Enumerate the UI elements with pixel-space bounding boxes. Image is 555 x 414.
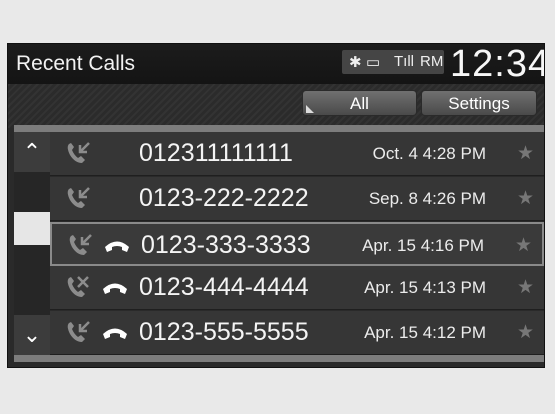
call-list: 012311111111 Oct. 4 4:28 PM ★ 0123-222-2222… — [50, 132, 544, 355]
call-list-item[interactable]: 0123-222-2222 Sep. 8 4:26 PM ★ — [50, 177, 544, 221]
status-indicators: ✱ ▭ Tıll RM — [342, 50, 444, 74]
phone-number: 0123-333-3333 — [141, 231, 311, 259]
phone-number: 0123-555-5555 — [139, 318, 309, 346]
header-bar: Recent Calls ✱ ▭ Tıll RM 12:34 — [8, 43, 545, 85]
missed-call-icon — [67, 276, 89, 297]
call-datetime: Apr. 15 4:13 PM — [364, 278, 486, 297]
call-list-item[interactable]: 0123-555-5555 Apr. 15 4:12 PM ★ — [50, 311, 544, 355]
handset-icon — [105, 241, 129, 252]
call-datetime: Sep. 8 4:26 PM — [368, 189, 486, 208]
call-datetime: Apr. 15 4:12 PM — [364, 323, 486, 342]
received-call-icon — [69, 234, 92, 255]
settings-button-label: Settings — [448, 94, 510, 113]
scroll-down-button[interactable]: ⌄ — [14, 315, 50, 355]
signal-icon: Tıll — [394, 53, 414, 70]
received-call-icon — [67, 142, 90, 163]
clock: 12:34 — [450, 43, 545, 85]
star-icon[interactable]: ★ — [517, 142, 534, 165]
scroll-thumb[interactable] — [14, 212, 50, 245]
call-list-item[interactable]: 012311111111 Oct. 4 4:28 PM ★ — [50, 132, 544, 176]
handset-icon — [103, 283, 127, 294]
phone-screen: Recent Calls ✱ ▭ Tıll RM 12:34 All Setti… — [7, 43, 545, 368]
toolbar: All Settings — [8, 84, 544, 128]
corner-indicator-icon — [306, 105, 314, 113]
phone-number: 0123-222-2222 — [139, 184, 309, 212]
roaming-label: RM — [420, 53, 444, 70]
call-datetime: Oct. 4 4:28 PM — [372, 144, 486, 163]
star-icon[interactable]: ★ — [517, 187, 534, 210]
all-button-label: All — [350, 94, 369, 113]
call-list-item[interactable]: 0123-444-4444 Apr. 15 4:13 PM ★ — [50, 266, 544, 310]
list-bottom-divider — [14, 355, 544, 362]
scroll-up-button[interactable]: ⌃ — [14, 132, 50, 172]
star-icon[interactable]: ★ — [515, 234, 532, 257]
settings-button[interactable]: Settings — [421, 90, 537, 116]
phone-number: 012311111111 — [139, 139, 293, 167]
list-top-divider — [14, 125, 544, 132]
received-call-icon — [67, 321, 90, 342]
phone-number: 0123-444-4444 — [139, 273, 309, 301]
received-call-icon — [67, 187, 90, 208]
page-title: Recent Calls — [16, 52, 136, 75]
bluetooth-icon: ✱ — [349, 54, 362, 71]
scrollbar[interactable]: ⌃ ⌄ — [14, 132, 50, 355]
call-list-item[interactable]: 0123-333-3333 Apr. 15 4:16 PM ★ — [50, 222, 544, 266]
call-datetime: Apr. 15 4:16 PM — [362, 236, 484, 255]
star-icon[interactable]: ★ — [517, 276, 534, 299]
battery-icon: ▭ — [366, 54, 381, 71]
all-button[interactable]: All — [302, 90, 417, 116]
handset-icon — [103, 328, 127, 339]
star-icon[interactable]: ★ — [517, 321, 534, 344]
